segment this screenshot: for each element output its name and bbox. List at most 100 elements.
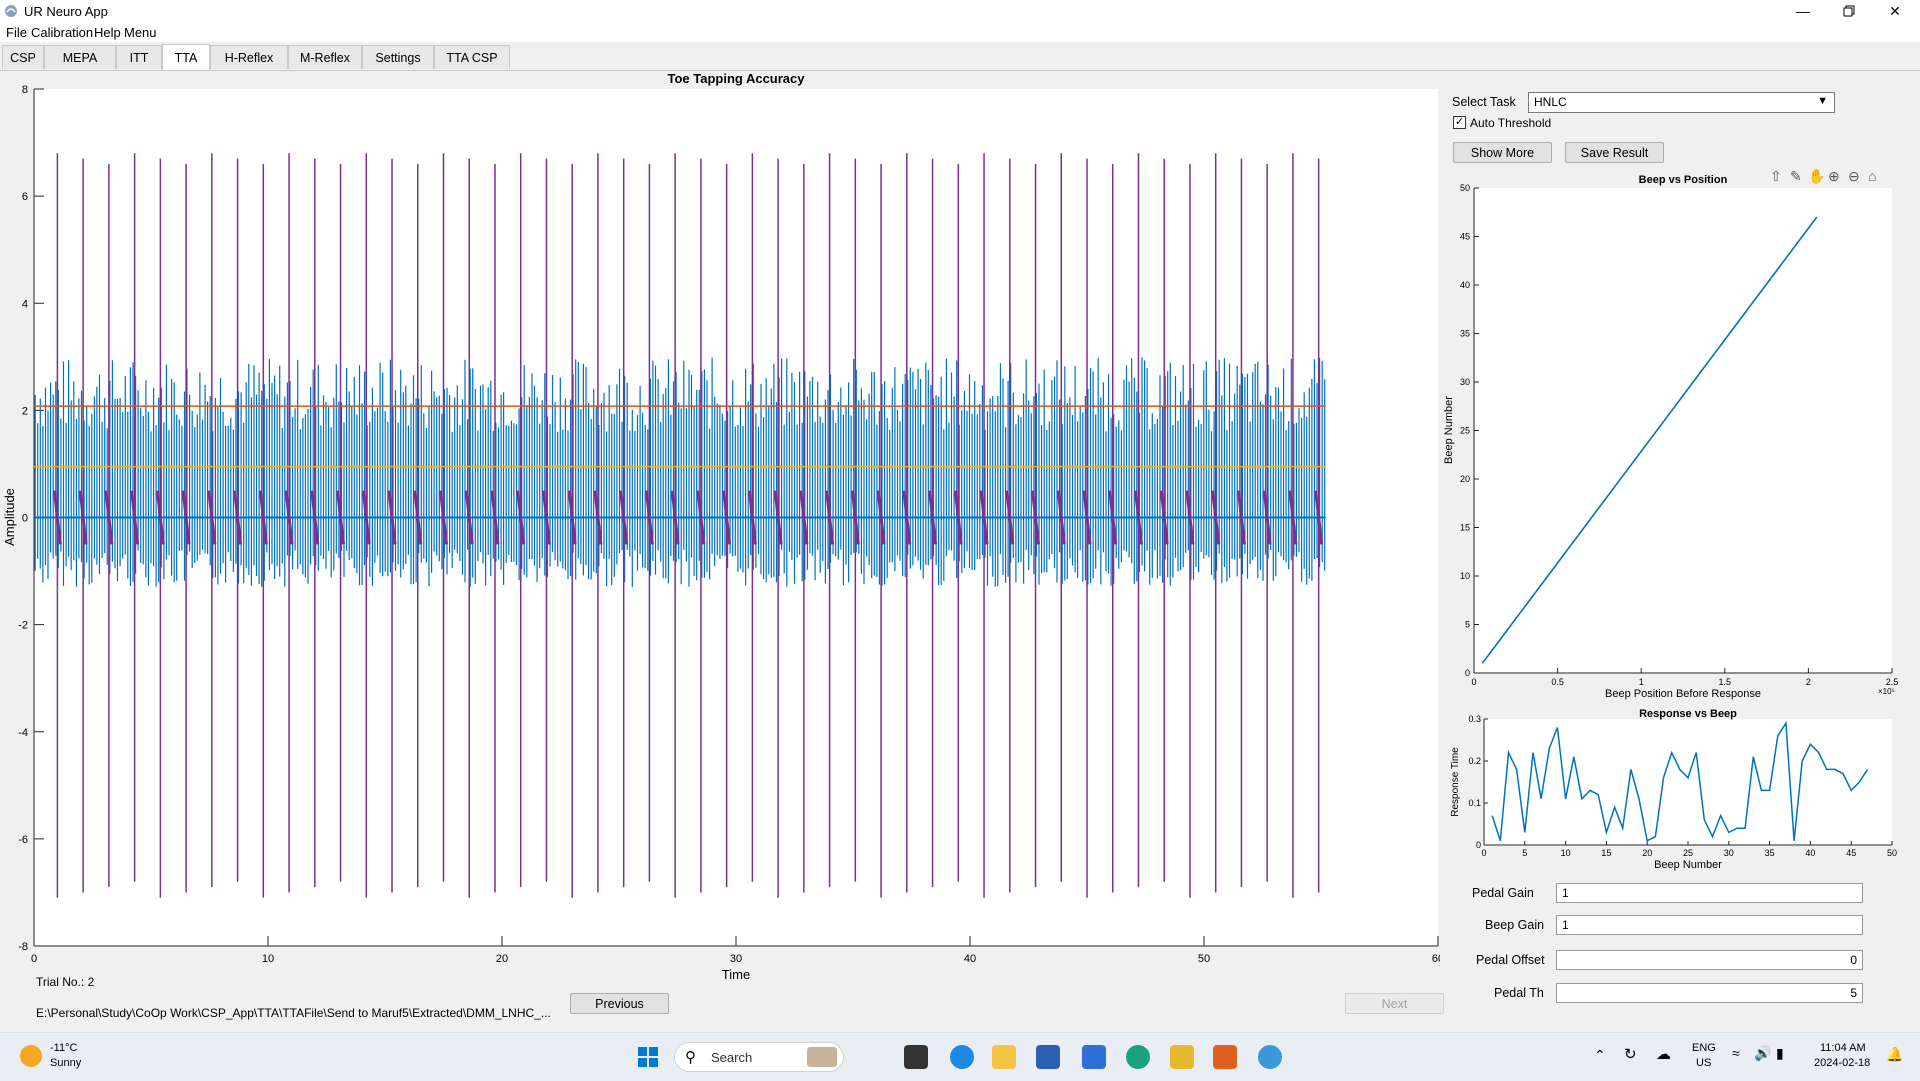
select-task-label: Select Task: [1452, 95, 1516, 109]
beep-y-tick-label: 45: [1460, 232, 1470, 242]
app-globe-icon[interactable]: [1258, 1045, 1282, 1069]
tab-h-reflex[interactable]: H-Reflex: [210, 45, 288, 69]
cloud-icon[interactable]: ☁: [1656, 1045, 1671, 1063]
tab-tta[interactable]: TTA: [162, 44, 210, 70]
beep-plot-area: [1474, 188, 1892, 673]
main-plot-title: Toe Tapping Accuracy: [667, 71, 805, 86]
clock-date[interactable]: 2024-02-18: [1814, 1057, 1870, 1069]
beep-y-tick-label: 50: [1460, 183, 1470, 193]
beep-y-tick-label: 35: [1460, 329, 1470, 339]
chevron-up-icon[interactable]: ⌃: [1594, 1047, 1606, 1064]
tab-itt[interactable]: ITT: [116, 45, 162, 69]
main-y-tick-label: -6: [18, 834, 28, 846]
search-box[interactable]: ⚲ Search: [674, 1042, 844, 1072]
file-explorer-icon[interactable]: [992, 1045, 1016, 1069]
resp-y-tick-label: 0: [1476, 840, 1481, 850]
cortana-icon[interactable]: [950, 1045, 974, 1069]
select-task-dropdown[interactable]: HNLC ▼: [1528, 92, 1835, 113]
wifi-icon[interactable]: ≈: [1732, 1045, 1740, 1061]
folder-icon[interactable]: [1170, 1045, 1194, 1069]
minimize-icon: —: [1796, 3, 1810, 19]
beep-plot-exponent: ×10⁵: [1878, 687, 1895, 696]
beep-plot-xlabel: Beep Position Before Response: [1605, 688, 1761, 700]
notification-bell-icon[interactable]: 🔔: [1886, 1046, 1903, 1063]
tab-m-reflex[interactable]: M-Reflex: [288, 45, 362, 69]
battery-icon[interactable]: ▮: [1776, 1045, 1784, 1062]
menu-help[interactable]: Help: [94, 25, 121, 40]
pedal-gain-label: Pedal Gain: [1472, 886, 1534, 900]
menu-bar: File Calibration Help Menu: [0, 22, 1920, 42]
main-y-tick-label: -4: [18, 727, 28, 739]
edge-icon[interactable]: [1126, 1045, 1150, 1069]
resp-x-tick-label: 25: [1683, 848, 1693, 858]
response-plot-xlabel: Beep Number: [1654, 859, 1722, 871]
clock-time[interactable]: 11:04 AM: [1820, 1042, 1866, 1054]
sync-icon[interactable]: ↻: [1624, 1045, 1637, 1063]
start-icon[interactable]: [638, 1047, 658, 1067]
beep-y-tick-label: 25: [1460, 426, 1470, 436]
select-task-value: HNLC: [1534, 95, 1567, 109]
beep-y-tick-label: 30: [1460, 377, 1470, 387]
response-plot-area: [1484, 719, 1892, 845]
beep-vs-position-plot[interactable]: Beep vs Position Beep Position Before Re…: [1440, 170, 1920, 710]
resp-x-tick-label: 20: [1642, 848, 1652, 858]
beep-gain-field[interactable]: 1: [1556, 915, 1863, 935]
auto-threshold-checkbox[interactable]: ✓: [1453, 116, 1466, 129]
language[interactable]: ENG: [1692, 1042, 1716, 1054]
tab-settings[interactable]: Settings: [362, 45, 434, 69]
beep-y-tick-label: 15: [1460, 523, 1470, 533]
resp-x-tick-label: 45: [1846, 848, 1856, 858]
pedal-offset-field[interactable]: 0: [1556, 950, 1863, 970]
beep-y-tick-label: 0: [1465, 668, 1470, 678]
beep-y-tick-label: 5: [1465, 620, 1470, 630]
main-y-tick-label: 0: [22, 513, 28, 525]
pedal-th-field[interactable]: 5: [1556, 983, 1863, 1003]
main-x-tick-label: 10: [262, 953, 274, 965]
minimize-button[interactable]: —: [1780, 0, 1826, 22]
beep-plot-ylabel: Beep Number: [1443, 396, 1455, 464]
store-icon[interactable]: [1036, 1045, 1060, 1069]
response-vs-beep-plot[interactable]: Response vs Beep Beep Number Response Ti…: [1440, 703, 1920, 873]
volume-icon[interactable]: 🔊: [1754, 1045, 1771, 1062]
resp-x-tick-label: 30: [1724, 848, 1734, 858]
matlab-icon[interactable]: [1213, 1045, 1237, 1069]
main-plot-xlabel: Time: [722, 967, 750, 982]
main-x-tick-label: 40: [964, 953, 976, 965]
window-title: UR Neuro App: [24, 4, 108, 19]
tab-mepa[interactable]: MEPA: [44, 45, 116, 69]
tab-csp[interactable]: CSP: [2, 45, 44, 69]
previous-button[interactable]: Previous: [570, 993, 669, 1014]
main-x-tick-label: 50: [1198, 953, 1210, 965]
menu-file[interactable]: File: [6, 25, 27, 40]
menu-calibration[interactable]: Calibration: [31, 25, 93, 40]
main-y-tick-label: 8: [22, 84, 28, 96]
close-icon: ✕: [1889, 2, 1901, 19]
main-plot-panel: Toe Tapping Accuracy Time Amplitude 0 10 2…: [0, 71, 1444, 1031]
main-y-tick-label: -2: [18, 620, 28, 632]
next-button[interactable]: Next: [1345, 993, 1444, 1014]
main-x-tick-label: 0: [31, 953, 37, 965]
main-x-tick-label: 30: [730, 953, 742, 965]
notepad-icon[interactable]: [1082, 1045, 1106, 1069]
tab-bar: CSP MEPA ITT TTA H-Reflex M-Reflex Setti…: [0, 43, 1920, 71]
beep-x-tick-label: 2.5: [1886, 677, 1899, 687]
app-icon: [4, 4, 18, 18]
beep-y-tick-label: 20: [1460, 474, 1470, 484]
main-y-tick-label: 4: [22, 298, 28, 310]
menu-menu[interactable]: Menu: [124, 25, 157, 40]
save-result-button[interactable]: Save Result: [1565, 142, 1664, 163]
show-more-button[interactable]: Show More: [1453, 142, 1552, 163]
task-view-icon[interactable]: [904, 1045, 928, 1069]
beep-x-tick-label: 0.5: [1551, 677, 1564, 687]
main-plot[interactable]: Toe Tapping Accuracy Time Amplitude 0 10 2…: [0, 71, 1444, 1031]
resp-y-tick-label: 0.1: [1468, 798, 1481, 808]
pedal-gain-field[interactable]: 1: [1556, 883, 1863, 903]
main-x-tick-label: 20: [496, 953, 508, 965]
tab-tta-csp[interactable]: TTA CSP: [434, 45, 510, 69]
restore-button[interactable]: [1826, 0, 1872, 22]
resp-x-tick-label: 10: [1561, 848, 1571, 858]
region[interactable]: US: [1696, 1057, 1711, 1069]
resp-x-tick-label: 50: [1887, 848, 1897, 858]
close-button[interactable]: ✕: [1872, 0, 1918, 22]
auto-threshold-label: Auto Threshold: [1470, 116, 1552, 130]
